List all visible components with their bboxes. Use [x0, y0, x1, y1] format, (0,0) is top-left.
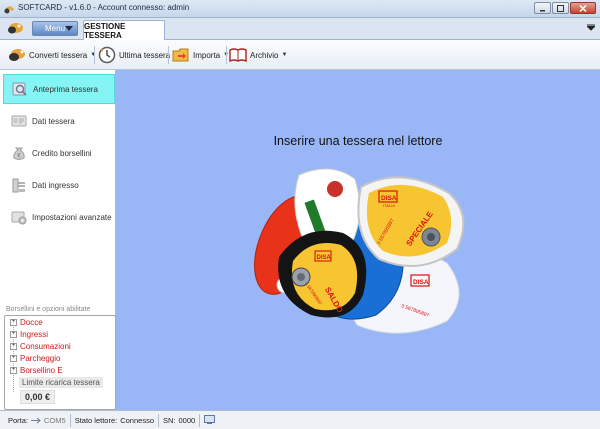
magnifier-card-icon: [12, 82, 27, 96]
black-fob-brand: DISA: [317, 255, 332, 261]
convert-card-icon: [9, 49, 25, 61]
window-title: SOFTCARD - v1.6.0 - Account connesso: ad…: [18, 3, 190, 12]
minimize-icon: [540, 9, 545, 11]
sidebar-item-anteprima-tessera[interactable]: Anteprima tessera: [3, 74, 115, 104]
yellow-fob-country: ITALIA: [383, 203, 395, 208]
yellow-keyfob-speciale: DISA ITALIA SPECIALE 3 567895897: [357, 176, 465, 268]
reader-value: Connesso: [120, 415, 154, 425]
port-value: COM5: [44, 415, 66, 425]
tab-label: GESTIONE TESSERA: [84, 21, 126, 40]
tab-strip: Menu GESTIONE TESSERA: [0, 18, 600, 40]
toolbar: Converti tessera ▼ Ultima tessera ▼ Impo…: [0, 40, 600, 70]
menu-button-label: Menu: [45, 24, 66, 33]
reader-status: Stato lettore: Connesso: [71, 413, 159, 427]
tree-item-ingressi[interactable]: + Ingressi: [10, 330, 48, 339]
folder-import-icon: [172, 48, 189, 62]
import-button[interactable]: Importa ▼: [172, 45, 229, 65]
port-label: Porta:: [8, 415, 29, 425]
chevron-down-icon: [65, 26, 73, 31]
sidebar-item-label: Dati ingresso: [32, 180, 79, 190]
convert-card-button[interactable]: Converti tessera ▼: [8, 45, 96, 65]
port-status: Porta: COM5: [4, 413, 71, 427]
app-logo-icon: [4, 6, 14, 14]
tree-item-consumazioni[interactable]: + Consumazioni: [10, 342, 71, 351]
tree-item-label: Borsellino E: [20, 366, 63, 375]
sidebar-item-impostazioni-avanzate[interactable]: Impostazioni avanzate: [3, 202, 115, 232]
sn-value: 0000: [178, 415, 196, 425]
insert-card-message: Inserire una tessera nel lettore: [273, 134, 443, 148]
tree-item-label: Consumazioni: [20, 342, 71, 351]
usb-icon: [31, 417, 41, 423]
card-preview-panel: Inserire una tessera nel lettore DISA 3 …: [116, 70, 600, 410]
expand-icon[interactable]: +: [10, 343, 17, 350]
toolbar-separator: [226, 46, 227, 64]
expand-icon[interactable]: +: [10, 319, 17, 326]
menu-button[interactable]: Menu: [32, 21, 78, 36]
tree-item-borsellino-e[interactable]: + Borsellino E: [10, 366, 63, 375]
sidebar-item-dati-ingresso[interactable]: Dati ingresso: [3, 170, 115, 200]
turnstile-icon: [12, 178, 25, 193]
close-button[interactable]: [570, 2, 596, 14]
softcard-logo-icon: [8, 23, 23, 34]
id-card-icon: [11, 115, 27, 127]
expand-icon[interactable]: +: [10, 355, 17, 362]
yellow-fob-brand: DISA: [381, 195, 397, 202]
purses-caption: Borsellini e opzioni abilitate: [6, 306, 91, 313]
rfid-keyfobs-illustration: DISA 3 567895897 DISA ITALIA SPECIALE 3 …: [254, 168, 465, 334]
expand-icon[interactable]: +: [10, 367, 17, 374]
tree-item-label: Ingressi: [20, 330, 49, 339]
archive-label: Archivio: [250, 50, 279, 60]
recharge-limit-label: Limite ricarica tessera: [19, 377, 103, 388]
black-keyfob-saldo: DISA SALDO 3 567895897: [278, 230, 367, 318]
sn-label: SN:: [163, 415, 176, 425]
recharge-limit-value: 0,00 €: [20, 390, 56, 404]
sidebar: Anteprima tessera Dati tessera € Credito…: [0, 70, 116, 410]
sidebar-item-label: Anteprima tessera: [33, 84, 98, 94]
purses-tree: + Docce + Ingressi + Consumazioni + Parchegg…: [4, 315, 116, 410]
sidebar-item-label: Credito borsellini: [32, 148, 92, 158]
book-icon: [229, 48, 247, 63]
reader-device-status[interactable]: [200, 414, 219, 427]
maximize-button[interactable]: [552, 2, 569, 14]
archive-button[interactable]: Archivio ▼: [229, 45, 287, 65]
expand-icon[interactable]: +: [10, 331, 17, 338]
dropdown-arrow-icon: ▼: [281, 52, 288, 58]
tab-list-dropdown-icon[interactable]: [587, 24, 595, 31]
tree-item-label: Docce: [20, 318, 43, 327]
status-bar: Porta: COM5 Stato lettore: Connesso SN: …: [0, 410, 600, 429]
last-card-button[interactable]: Ultima tessera ▼: [98, 45, 179, 65]
tree-item-parcheggio[interactable]: + Parcheggio: [10, 354, 60, 363]
tab-gestione-tessera[interactable]: GESTIONE TESSERA: [83, 20, 165, 40]
toolbar-separator: [168, 46, 169, 64]
money-bag-icon: €: [13, 147, 25, 160]
clock-icon: [98, 46, 116, 64]
sidebar-item-dati-tessera[interactable]: Dati tessera: [3, 106, 115, 136]
tree-item-docce[interactable]: + Docce: [10, 318, 43, 327]
white-fob-brand: DISA: [413, 279, 429, 286]
sidebar-item-label: Dati tessera: [32, 116, 75, 126]
sidebar-item-credito-borsellini[interactable]: € Credito borsellini: [3, 138, 115, 168]
convert-card-label: Converti tessera: [29, 50, 88, 60]
maximize-icon: [557, 4, 564, 12]
close-icon: [579, 4, 587, 12]
reader-label: Stato lettore:: [74, 415, 118, 425]
tree-item-label: Parcheggio: [20, 354, 61, 363]
sidebar-item-label: Impostazioni avanzate: [32, 212, 112, 222]
card-reader-icon: [204, 415, 216, 424]
import-label: Importa: [193, 50, 221, 60]
last-card-label: Ultima tessera: [119, 50, 171, 60]
toolbar-separator: [94, 46, 95, 64]
window-controls: [534, 2, 596, 15]
title-bar: SOFTCARD - v1.6.0 - Account connesso: ad…: [0, 0, 600, 18]
settings-card-icon: [11, 211, 27, 225]
serial-number-status: SN: 0000: [159, 413, 201, 427]
minimize-button[interactable]: [534, 2, 551, 14]
